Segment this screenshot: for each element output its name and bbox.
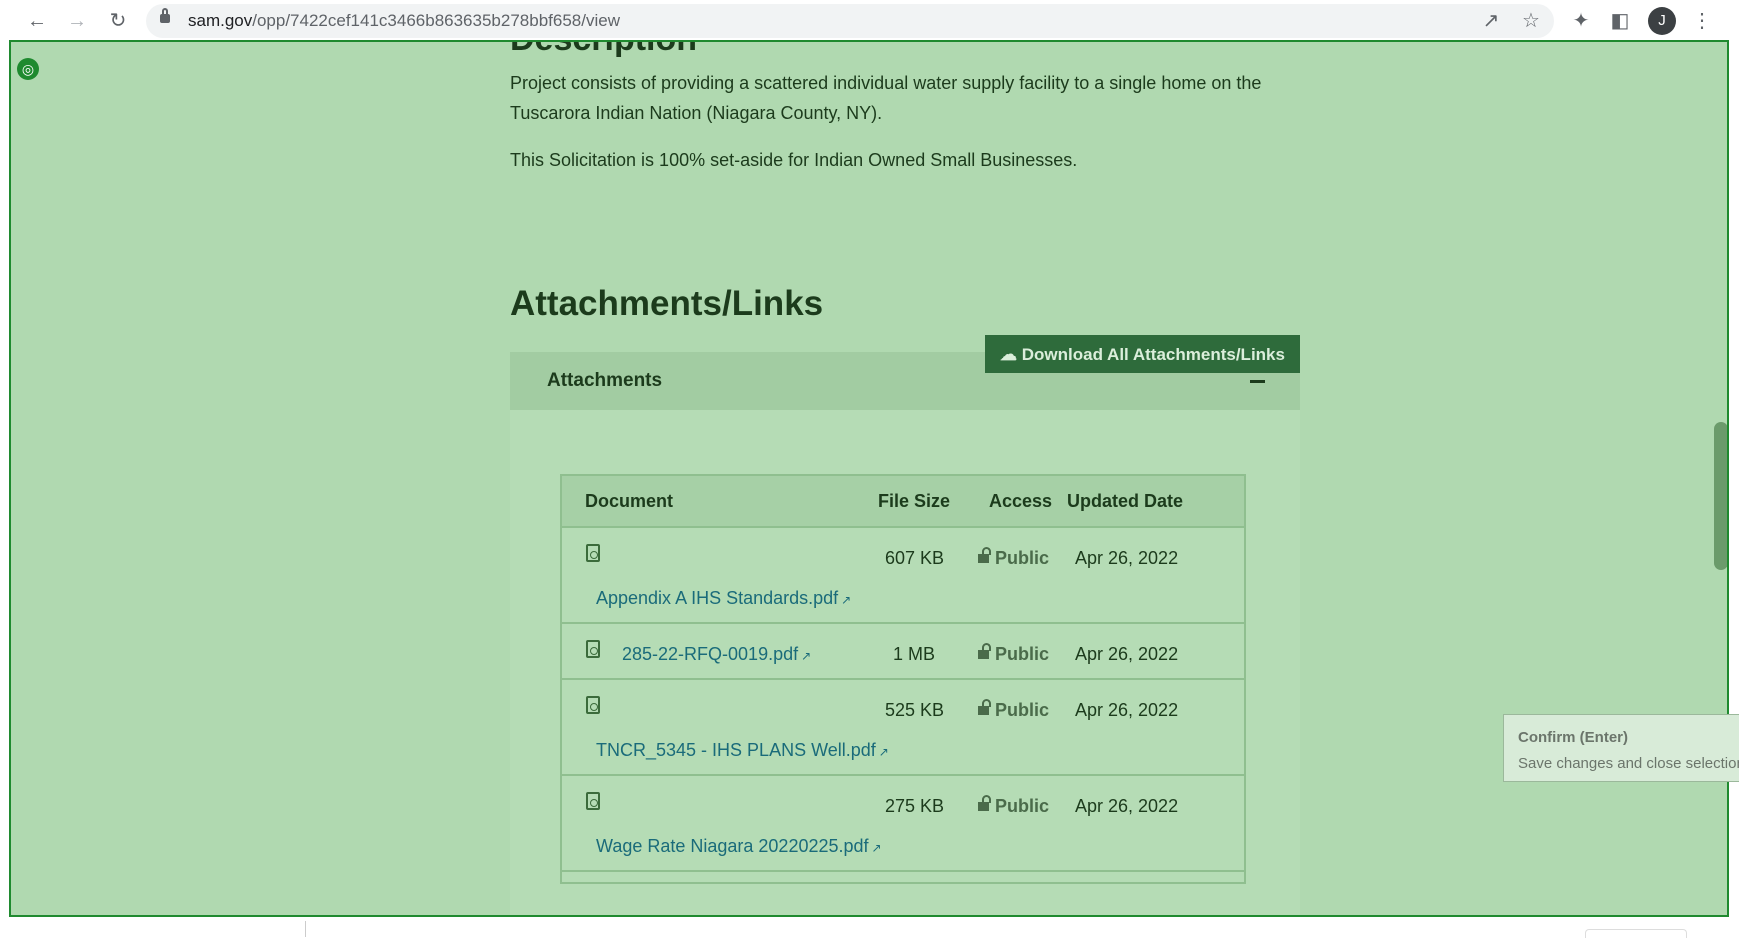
unlock-icon	[978, 699, 991, 715]
pdf-file-icon	[586, 544, 600, 562]
document-name: Wage Rate Niagara 20220225.pdf	[596, 836, 869, 856]
access-public: Public	[978, 699, 1050, 721]
bottom-bar	[0, 917, 1739, 938]
cloud-download-icon: ☁	[1000, 345, 1018, 364]
description-heading: Description	[510, 42, 697, 59]
file-size: 275 KB	[885, 796, 945, 816]
access-public: Public	[978, 643, 1050, 665]
updated-date: Apr 26, 2022	[1075, 700, 1179, 720]
url-path: /opp/7422cef141c3466b863635b278bbf658/vi…	[252, 11, 620, 30]
divider	[305, 921, 306, 937]
updated-date: Apr 26, 2022	[1075, 548, 1179, 568]
forward-arrow-icon[interactable]: →	[64, 8, 90, 34]
updated-date: Apr 26, 2022	[1075, 644, 1179, 664]
table-row: 285-22-RFQ-0019.pdf ↗ 1 MB Public Apr 26,…	[562, 622, 1244, 678]
external-link-icon: ↗	[801, 649, 812, 663]
table-row: 607 KB Public Apr 26, 2022 Appendix A IH…	[562, 526, 1244, 622]
file-size: 525 KB	[885, 700, 945, 720]
url-text: sam.gov/opp/7422cef141c3466b863635b278bb…	[188, 11, 620, 31]
external-link-icon: ↗	[878, 745, 889, 759]
table-header: Document File Size Access Updated Date	[562, 476, 1244, 526]
updated-date: Apr 26, 2022	[1075, 796, 1179, 816]
header-access: Access	[989, 491, 1053, 511]
attachments-panel-label: Attachments	[547, 370, 663, 391]
file-size: 1 MB	[893, 644, 936, 664]
reload-icon[interactable]: ↻	[105, 8, 131, 34]
header-file-size: File Size	[878, 491, 951, 511]
scrollbar-thumb[interactable]	[1714, 422, 1727, 570]
description-paragraph-line1: Project consists of providing a scattere…	[510, 73, 1262, 93]
set-aside-paragraph: This Solicitation is 100% set-aside for …	[510, 150, 1078, 170]
document-link[interactable]: TNCR_5345 - IHS PLANS Well.pdf ↗	[596, 740, 889, 761]
document-name: Appendix A IHS Standards.pdf	[596, 588, 839, 608]
pdf-file-icon	[586, 792, 600, 810]
unlock-icon	[978, 795, 991, 811]
access-public: Public	[978, 795, 1050, 817]
file-size: 607 KB	[885, 548, 945, 568]
extensions-puzzle-icon[interactable]: ✦	[1568, 8, 1594, 34]
unlock-icon	[978, 643, 991, 659]
header-document: Document	[585, 491, 674, 511]
pdf-file-icon	[586, 640, 600, 658]
external-link-icon: ↗	[871, 841, 882, 855]
access-label: Public	[995, 644, 1050, 664]
table-row	[562, 870, 1244, 882]
unlock-icon	[978, 547, 991, 563]
extension-target-icon[interactable]: ◎	[17, 58, 39, 80]
address-bar[interactable]: sam.gov/opp/7422cef141c3466b863635b278bb…	[146, 4, 1554, 38]
pdf-file-icon	[586, 696, 600, 714]
share-icon[interactable]: ↗	[1478, 8, 1504, 34]
description-paragraph-line2: Tuscarora Indian Nation (Niagara County,…	[510, 103, 883, 123]
more-menu-icon[interactable]: ⋮	[1689, 8, 1715, 34]
download-all-button[interactable]: ☁ Download All Attachments/Links	[985, 335, 1300, 373]
table-row: 275 KB Public Apr 26, 2022 Wage Rate Nia…	[562, 774, 1244, 870]
external-link-icon: ↗	[841, 593, 852, 607]
access-label: Public	[995, 796, 1050, 816]
page-content: ◎ Description Project consists of provid…	[9, 40, 1729, 917]
attachments-panel-body: Document File Size Access Updated Date 6…	[510, 410, 1300, 915]
tooltip-title: Confirm (Enter)	[1518, 729, 1628, 746]
document-link[interactable]: 285-22-RFQ-0019.pdf ↗	[622, 644, 811, 665]
access-label: Public	[995, 700, 1050, 720]
document-link[interactable]: Appendix A IHS Standards.pdf ↗	[596, 588, 851, 609]
download-all-label: Download All Attachments/Links	[1021, 345, 1285, 364]
tooltip-text: Save changes and close selection	[1518, 755, 1739, 772]
avatar[interactable]: J	[1648, 7, 1676, 35]
header-updated-date: Updated Date	[1067, 491, 1184, 511]
document-link[interactable]: Wage Rate Niagara 20220225.pdf ↗	[596, 836, 882, 857]
access-public: Public	[978, 547, 1050, 569]
confirm-tooltip: Confirm (Enter) Save changes and close s…	[1503, 714, 1739, 782]
lock-icon	[160, 8, 170, 23]
attachments-heading: Attachments/Links	[510, 284, 824, 323]
table-row: 525 KB Public Apr 26, 2022 TNCR_5345 - I…	[562, 678, 1244, 774]
browser-toolbar: ← → ↻ sam.gov/opp/7422cef141c3466b863635…	[0, 0, 1739, 42]
url-host: sam.gov	[188, 11, 253, 30]
side-panel-icon[interactable]: ◧	[1607, 8, 1633, 34]
document-name: TNCR_5345 - IHS PLANS Well.pdf	[596, 740, 876, 760]
bookmark-star-icon[interactable]: ☆	[1518, 8, 1544, 34]
back-arrow-icon[interactable]: ←	[24, 8, 50, 34]
document-name: 285-22-RFQ-0019.pdf	[622, 644, 799, 664]
collapse-minus-icon[interactable]	[1250, 380, 1265, 383]
access-label: Public	[995, 548, 1050, 568]
attachments-table: Document File Size Access Updated Date 6…	[560, 474, 1246, 884]
